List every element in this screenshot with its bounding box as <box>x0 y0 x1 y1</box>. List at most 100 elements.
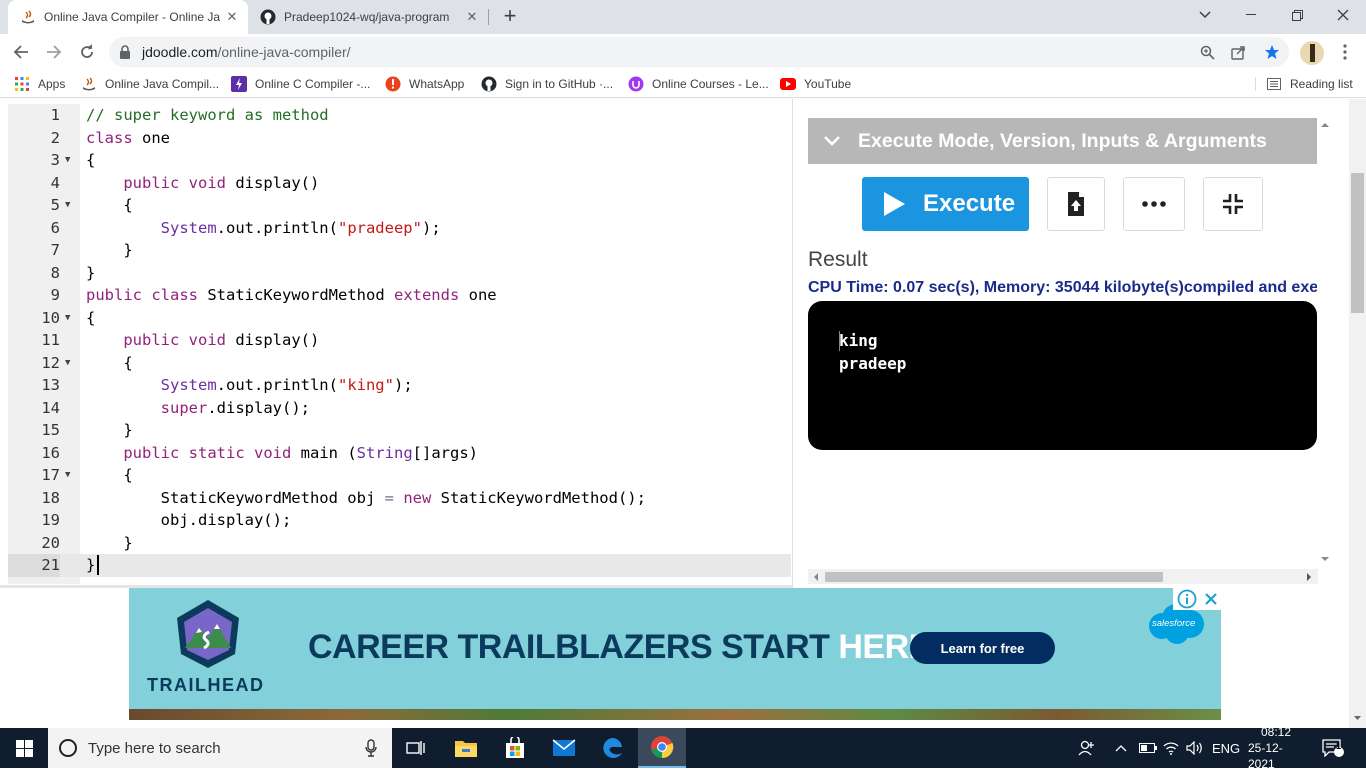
learn-for-free-button[interactable]: Learn for free <box>910 632 1055 664</box>
page-vertical-scrollbar[interactable] <box>1349 99 1366 728</box>
page-scroll-down-arrow-icon[interactable] <box>1349 713 1366 723</box>
line-number: 3 <box>50 151 60 169</box>
fold-arrow-icon[interactable]: ▼ <box>65 352 70 375</box>
code-line[interactable]: 13 System.out.println("king"); <box>8 374 791 397</box>
close-ad-icon[interactable] <box>1204 592 1218 606</box>
tab-github-repo[interactable]: Pradeep1024-wq/java-program ✕ <box>248 0 488 34</box>
store-icon <box>506 737 524 758</box>
system-clock[interactable]: 08:12 25-12-2021 <box>1248 725 1304 771</box>
show-hidden-icons-chevron-icon[interactable] <box>1115 728 1127 768</box>
share-icon[interactable] <box>1229 43 1247 61</box>
code-line[interactable]: 10 ▼ { <box>8 307 791 330</box>
bookmark-online-java-compiler[interactable]: Online Java Compil... <box>81 75 219 93</box>
mail-button[interactable] <box>540 728 588 768</box>
code-line[interactable]: 1 // super keyword as method <box>8 104 791 127</box>
scroll-left-arrow-icon[interactable] <box>811 570 821 584</box>
reading-list-button[interactable]: Reading list <box>1266 75 1353 93</box>
file-explorer-button[interactable] <box>442 728 490 768</box>
forward-button[interactable] <box>39 37 69 67</box>
upload-file-button[interactable] <box>1047 177 1105 231</box>
line-number: 12 <box>41 353 60 372</box>
bookmark-whatsapp[interactable]: WhatsApp <box>385 75 464 93</box>
task-view-button[interactable] <box>392 728 440 768</box>
code-line[interactable]: 19 obj.display(); <box>8 509 791 532</box>
ad-choices[interactable] <box>1173 588 1221 610</box>
info-icon[interactable] <box>1177 589 1197 609</box>
scrollbar-thumb[interactable] <box>825 572 1163 582</box>
scroll-down-arrow-icon[interactable] <box>1318 554 1332 564</box>
zoom-icon[interactable] <box>1198 43 1216 61</box>
windows-taskbar: Type here to search ENG 08:12 25-12-2021… <box>0 725 1366 771</box>
scroll-right-arrow-icon[interactable] <box>1304 570 1314 584</box>
code-line[interactable]: 20 } <box>8 532 791 555</box>
advertisement-banner[interactable]: TRAILHEAD CAREER TRAILBLAZERS START HERE… <box>129 588 1221 720</box>
back-button[interactable] <box>6 37 36 67</box>
restore-button[interactable] <box>1274 0 1320 30</box>
bookmark-online-courses[interactable]: Online Courses - Le... <box>628 75 769 93</box>
code-line[interactable]: 2 class one <box>8 127 791 150</box>
bookmark-apps[interactable]: Apps <box>14 75 65 93</box>
more-options-button[interactable] <box>1123 177 1185 231</box>
browser-toolbar: jdoodle.com/online-java-compiler/ <box>0 34 1366 70</box>
code-line[interactable]: 15 } <box>8 419 791 442</box>
bookmark-online-c-compiler[interactable]: Online C Compiler -... <box>231 75 370 93</box>
code-line[interactable]: 7 } <box>8 239 791 262</box>
page-scrollbar-thumb[interactable] <box>1351 173 1364 313</box>
execute-button[interactable]: Execute <box>862 177 1029 231</box>
code-line[interactable]: 4 public void display() <box>8 172 791 195</box>
code-line[interactable]: 17 ▼ { <box>8 464 791 487</box>
start-button[interactable] <box>0 728 48 768</box>
tab-search-dropdown-icon[interactable] <box>1182 0 1228 30</box>
fold-arrow-icon[interactable]: ▼ <box>65 149 70 172</box>
volume-icon[interactable] <box>1186 728 1204 768</box>
language-indicator[interactable]: ENG <box>1212 728 1240 768</box>
pane-divider[interactable] <box>792 99 793 588</box>
wifi-icon[interactable] <box>1163 728 1179 768</box>
code-line[interactable]: 21} <box>8 554 791 577</box>
code-line[interactable]: 6 System.out.println("pradeep"); <box>8 217 791 240</box>
address-bar[interactable]: jdoodle.com/online-java-compiler/ <box>109 37 1289 67</box>
bookmark-youtube[interactable]: YouTube <box>780 75 851 93</box>
microsoft-store-button[interactable] <box>491 728 539 768</box>
code-line[interactable]: 3 ▼ { <box>8 149 791 172</box>
ad-headline-main: CAREER TRAILBLAZERS START <box>308 628 839 666</box>
code-line[interactable]: 9 public class StaticKeywordMethod extend… <box>8 284 791 307</box>
tab-close-icon[interactable]: ✕ <box>224 9 240 25</box>
chrome-menu-icon[interactable] <box>1330 37 1360 67</box>
code-line[interactable]: 14 super.display(); <box>8 397 791 420</box>
code-line[interactable]: 12 ▼ { <box>8 352 791 375</box>
tab-online-java-compiler[interactable]: Online Java Compiler - Online Ja ✕ <box>8 0 248 34</box>
code-line[interactable]: 11 public void display() <box>8 329 791 352</box>
fold-arrow-icon[interactable]: ▼ <box>65 464 70 487</box>
code-line[interactable]: 16 public static void main (String[]args… <box>8 442 791 465</box>
collapse-fullscreen-button[interactable] <box>1203 177 1263 231</box>
panel-vertical-scrollbar[interactable] <box>1318 118 1332 567</box>
output-console[interactable]: king pradeep <box>808 301 1317 450</box>
execute-options-toggle[interactable]: Execute Mode, Version, Inputs & Argument… <box>808 118 1317 164</box>
profile-avatar[interactable] <box>1300 41 1324 65</box>
code-line[interactable]: 18 StaticKeywordMethod obj = new StaticK… <box>8 487 791 510</box>
action-center-button[interactable]: 1 <box>1322 728 1344 768</box>
lock-icon[interactable] <box>119 45 133 59</box>
code-editor[interactable]: 1 // super keyword as method 2 class one 3 ▼ {… <box>8 104 791 584</box>
reload-button[interactable] <box>72 37 102 67</box>
code-line[interactable]: 5 ▼ { <box>8 194 791 217</box>
fold-arrow-icon[interactable]: ▼ <box>65 307 70 330</box>
chrome-taskbar-button[interactable] <box>638 728 686 768</box>
fold-arrow-icon[interactable]: ▼ <box>65 194 70 217</box>
bookmark-star-icon[interactable] <box>1263 43 1281 61</box>
bookmark-github[interactable]: Sign in to GitHub ·... <box>481 75 613 93</box>
github-favicon-icon <box>260 9 276 25</box>
scroll-up-arrow-icon[interactable] <box>1318 120 1332 130</box>
battery-icon[interactable] <box>1139 728 1157 768</box>
close-window-button[interactable] <box>1320 0 1366 30</box>
edge-button[interactable] <box>589 728 637 768</box>
code-line[interactable]: 8} <box>8 262 791 285</box>
tab-close-icon[interactable]: ✕ <box>464 9 480 25</box>
people-icon[interactable] <box>1078 728 1096 768</box>
taskbar-search-box[interactable]: Type here to search <box>48 728 392 768</box>
minimize-button[interactable] <box>1228 0 1274 30</box>
panel-horizontal-scrollbar[interactable] <box>808 569 1318 584</box>
microphone-icon[interactable] <box>365 739 377 757</box>
new-tab-button[interactable]: + <box>498 4 522 28</box>
